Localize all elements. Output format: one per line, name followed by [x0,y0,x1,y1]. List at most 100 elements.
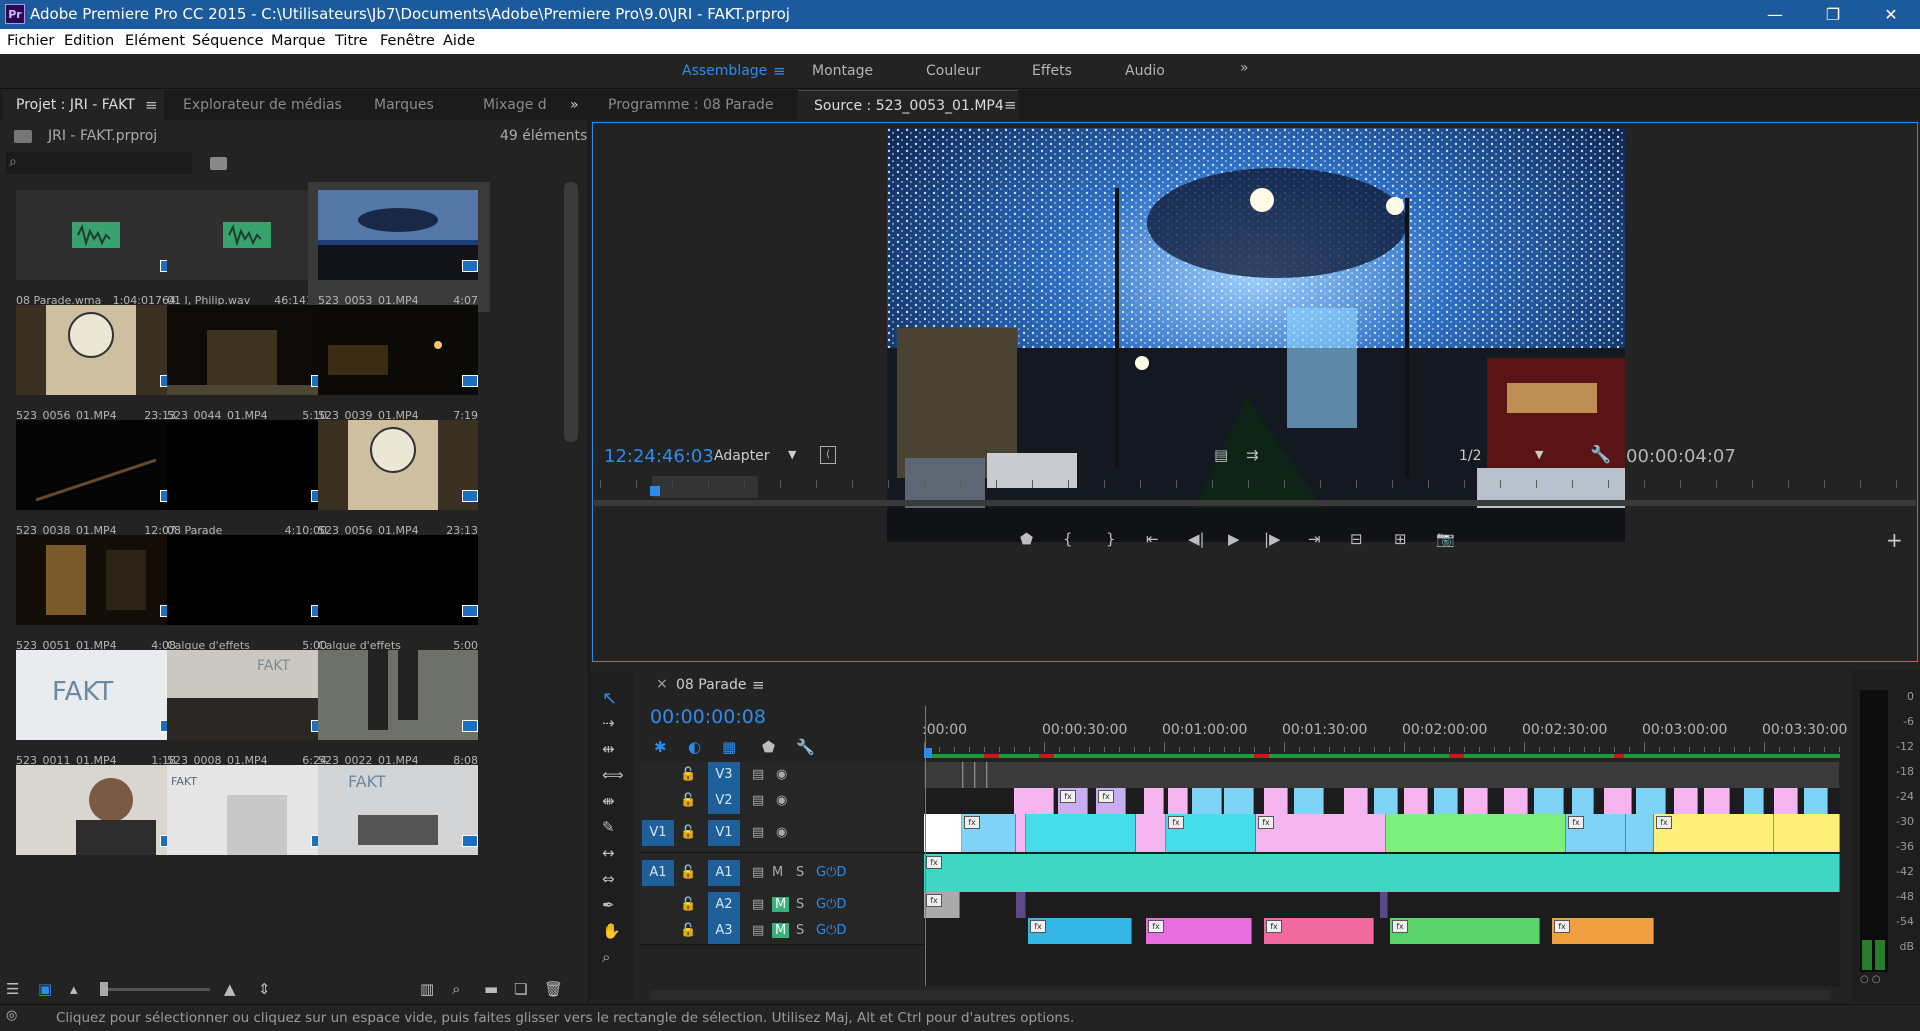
razor-icon[interactable]: ✎ [602,818,615,836]
pen-icon[interactable]: ✒ [602,896,615,914]
track-header-a2[interactable]: 🔓 A2 ▤ M S G⏻D [640,892,924,919]
freeform-view-icon[interactable]: ▴ [70,980,78,998]
clip[interactable] [1264,788,1288,814]
add-marker-icon[interactable]: ⬟ [762,738,775,756]
solo-button[interactable]: S [796,865,804,880]
voice-over-icon[interactable]: G⏻D [816,865,846,880]
clip[interactable] [1674,788,1698,814]
lock-icon[interactable]: 🔓 [680,767,696,782]
workspace-assemblage[interactable]: Assemblage [682,63,767,79]
clip[interactable] [1026,814,1136,852]
rate-stretch-icon[interactable]: ⇼ [602,792,615,810]
drag-video-icon[interactable]: ▤ [1214,446,1228,464]
add-marker-icon[interactable]: ⬟ [1020,530,1033,548]
tabs-overflow-icon[interactable]: » [570,90,579,120]
source-timecode[interactable]: 12:24:46:03 [604,446,714,467]
track-header-v2[interactable]: 🔓 V2 ▤ ◉ [640,788,924,815]
eye-icon[interactable]: ◉ [776,767,787,782]
automate-to-sequence-icon[interactable]: ▥ [420,980,434,998]
track-area[interactable]: fx fx fx fx fx fx fx fx fx fx fx fx fx fx [924,762,1840,986]
timeline-ruler[interactable]: :00:00 00:00:30:00 00:01:00:00 00:01:30:00 0… [922,706,1847,762]
clip[interactable] [1504,788,1528,814]
workspace-couleur[interactable]: Couleur [926,63,980,79]
project-item[interactable]: FAKT [308,757,490,887]
clip[interactable] [962,762,964,788]
audio-clip[interactable]: fx [924,854,1840,892]
track-target[interactable]: V1 [708,820,740,846]
track-background[interactable] [924,762,1840,788]
audio-clip[interactable]: fx [1028,918,1132,944]
tab-audio-mixer[interactable]: Mixage d [483,90,547,120]
workspace-menu-icon[interactable]: ≡ [773,62,786,80]
audio-clip[interactable]: fx [1264,918,1374,944]
project-item[interactable]: Calque d'effets 5:00 [308,527,490,657]
lock-icon[interactable]: 🔓 [680,897,696,912]
resolution-select[interactable]: 1/2 ▼ [1455,446,1551,468]
close-button[interactable]: ✕ [1862,0,1920,29]
insert-icon[interactable]: ⊟ [1350,530,1363,548]
audio-clip[interactable]: fx [1146,918,1252,944]
clip[interactable] [1572,788,1594,814]
wrench-icon[interactable]: 🔧 [1590,445,1611,465]
menu-element[interactable]: Elément [125,33,185,49]
clip[interactable] [1434,788,1458,814]
source-mini-timeline[interactable] [600,476,1910,500]
clip[interactable] [1604,788,1632,814]
project-item[interactable]: 523_0039_01.MP4 7:19 [308,297,490,427]
audio-clip[interactable]: fx [924,892,960,918]
clip[interactable] [1404,788,1428,814]
clip[interactable]: fx [1166,814,1256,852]
snap-icon[interactable]: ✱ [654,738,667,756]
clip[interactable]: fx [1654,814,1774,852]
close-sequence-button[interactable]: × [656,676,668,692]
maximize-button[interactable]: ❐ [1804,0,1862,29]
project-scrollbar[interactable] [564,182,578,442]
sync-lock-icon[interactable]: ▤ [752,793,764,808]
track-header-a1[interactable]: A1 🔓 A1 ▤ M S G⏻D [640,854,924,893]
clip[interactable]: fx [1256,814,1386,852]
search-input[interactable]: ⌕ [6,152,192,174]
project-item[interactable]: 523_0053_01.MP4 4:07 [308,182,490,312]
clip[interactable] [1016,892,1026,918]
solo-button[interactable]: S [796,923,804,938]
sort-icon[interactable]: ⇕ [258,980,271,998]
zoom-slider[interactable] [100,982,210,996]
workspace-audio[interactable]: Audio [1125,63,1165,79]
new-item-icon[interactable]: ❏ [514,980,527,998]
step-back-icon[interactable]: ◀| [1188,530,1205,548]
sync-lock-icon[interactable]: ▤ [752,923,764,938]
in-out-range[interactable] [652,476,758,498]
menu-marque[interactable]: Marque [271,33,325,49]
nest-icon[interactable]: ▦ [722,738,736,756]
clip[interactable] [1168,788,1188,814]
clip[interactable]: fx [1566,814,1626,852]
sync-lock-icon[interactable]: ▤ [752,897,764,912]
menu-edition[interactable]: Edition [64,33,114,49]
zoom-icon[interactable]: ⌕ [602,948,610,966]
clip[interactable] [1704,788,1730,814]
ripple-edit-icon[interactable]: ⇹ [602,740,615,758]
tab-menu-icon[interactable]: ≡ [145,96,158,114]
mark-in-icon[interactable]: { [1063,530,1073,548]
clip[interactable] [1016,814,1026,852]
clip[interactable] [1744,788,1764,814]
audio-clip[interactable]: fx [1552,918,1654,944]
sync-lock-icon[interactable]: ▤ [752,865,764,880]
slide-icon[interactable]: ⇔ [602,870,615,888]
clip[interactable] [1014,788,1054,814]
clip[interactable] [1380,892,1388,918]
voice-over-icon[interactable]: G⏻D [816,897,846,912]
track-select-icon[interactable]: ⇢ [602,714,615,732]
timeline-timecode[interactable]: 00:00:00:08 [650,706,766,728]
clip[interactable] [1136,814,1166,852]
go-to-out-icon[interactable]: ⇥ [1308,530,1321,548]
menu-fichier[interactable]: Fichier [7,33,54,49]
voice-over-icon[interactable]: G⏻D [816,923,846,938]
menu-titre[interactable]: Titre [335,33,368,49]
tab-menu-icon[interactable]: ≡ [1004,96,1017,114]
sync-lock-icon[interactable]: ▤ [752,767,764,782]
wrench-icon[interactable]: 🔧 [796,738,815,756]
solo-button[interactable]: S [796,897,804,912]
clip[interactable] [1374,788,1398,814]
audio-clip[interactable]: fx [1390,918,1540,944]
